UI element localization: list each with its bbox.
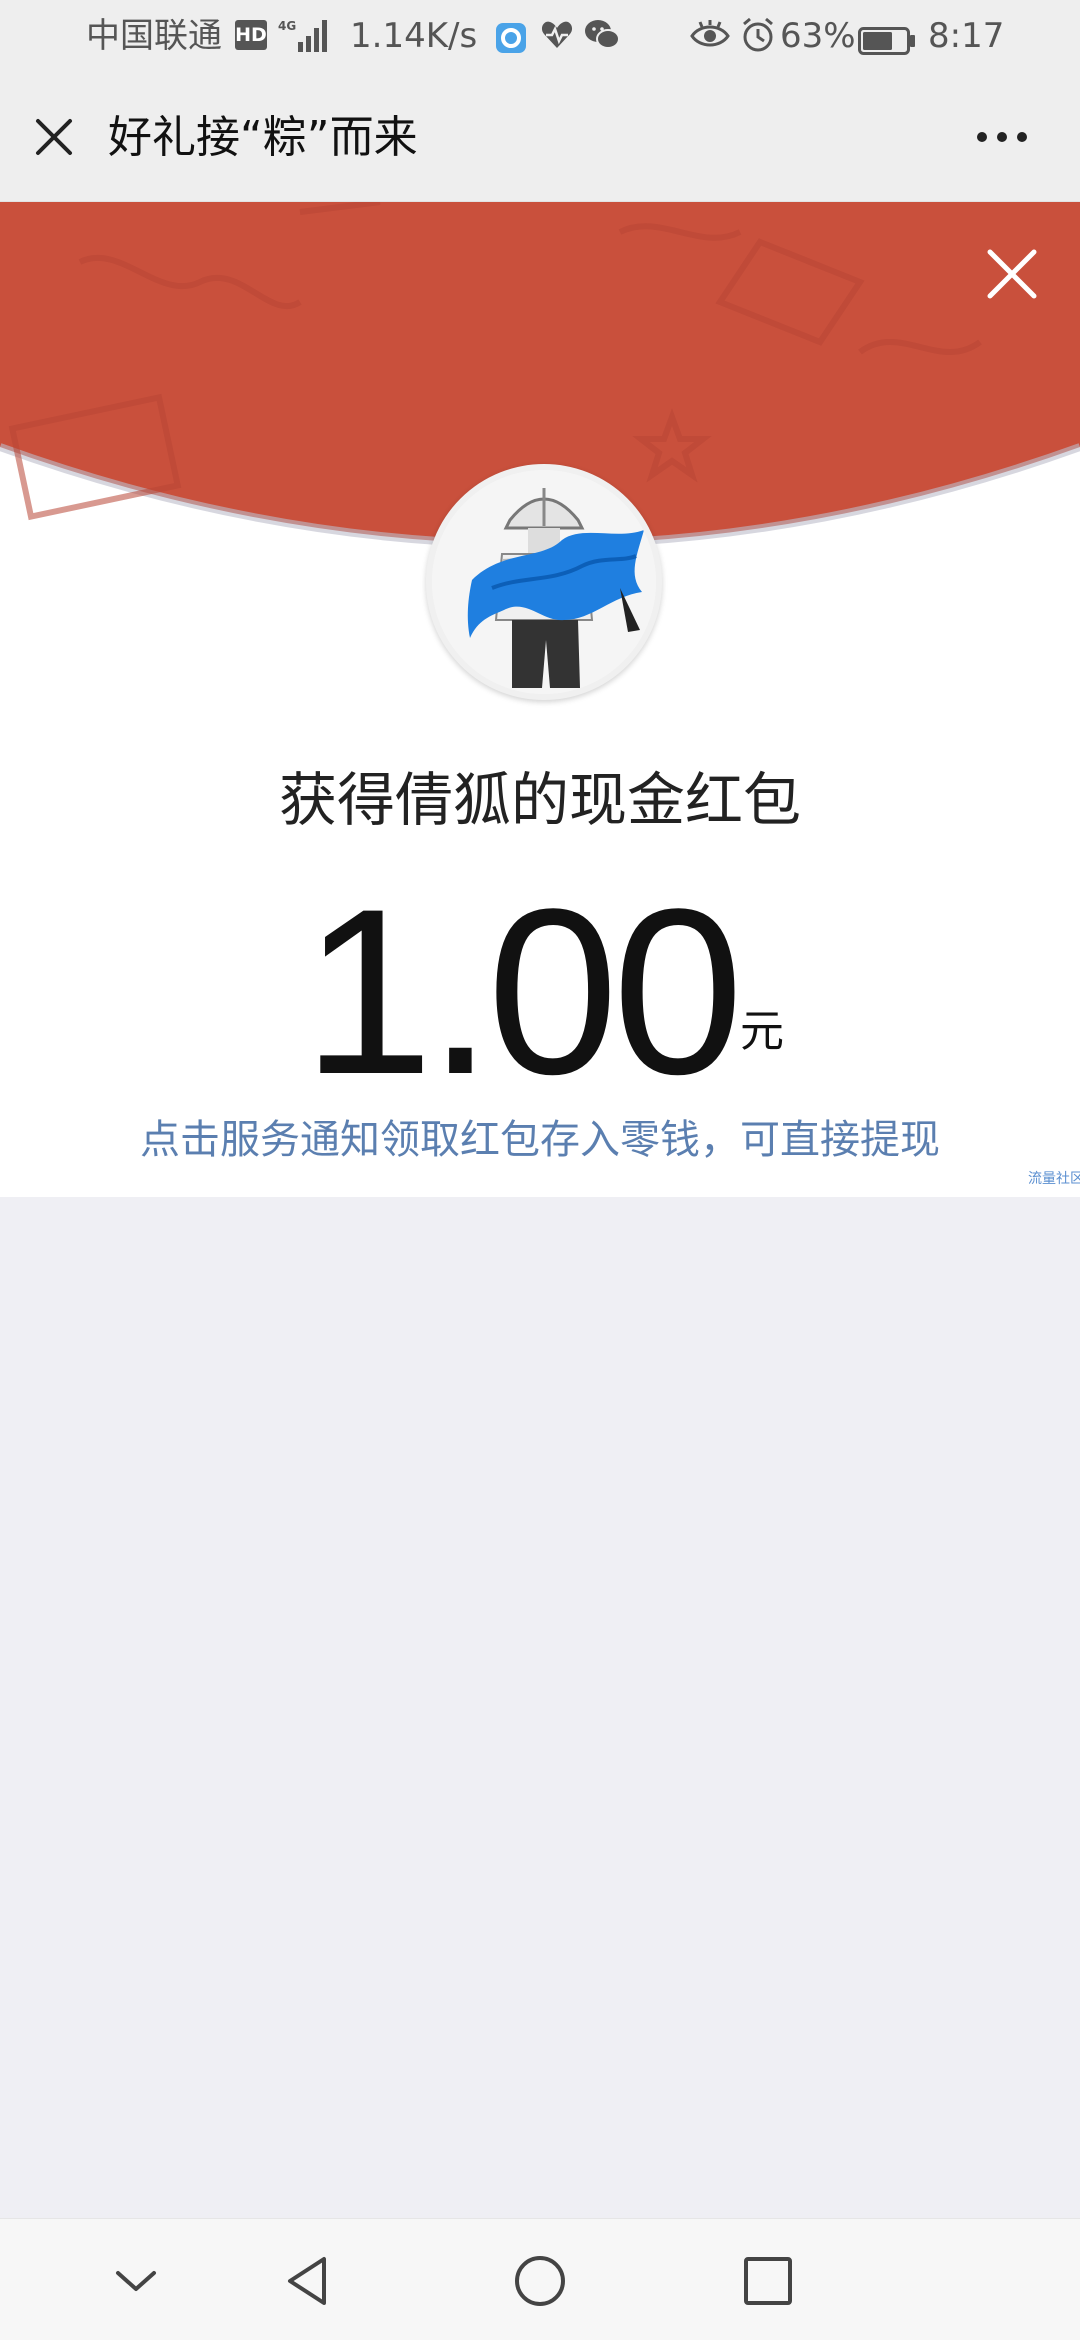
- hd-icon: HD: [235, 20, 267, 50]
- signal-icon: 4G: [276, 18, 330, 54]
- network-speed: 1.14K/s: [350, 16, 478, 56]
- status-bar: 中国联通 HD 4G 1.14K/s 63% 8:17: [0, 0, 1080, 72]
- home-icon[interactable]: [508, 2249, 572, 2313]
- browser-app-icon: [496, 20, 526, 53]
- system-navigation-bar: [0, 2218, 1080, 2340]
- close-icon[interactable]: [30, 113, 78, 161]
- watermark: 流量社区: [1028, 1171, 1080, 1187]
- battery-percent: 63%: [780, 16, 856, 56]
- back-icon[interactable]: [278, 2249, 342, 2313]
- recent-apps-icon[interactable]: [736, 2249, 800, 2313]
- eye-icon: [690, 18, 730, 52]
- red-packet-card: 获得倩狐的现金红包 1.00 元 点击服务通知领取红包存入零钱，可直接提现 流量…: [0, 202, 1080, 1197]
- heart-rate-icon: [540, 18, 574, 52]
- red-packet-title: 获得倩狐的现金红包: [278, 766, 801, 834]
- amount-value: 1.00: [302, 860, 743, 1124]
- alarm-icon: [740, 17, 776, 53]
- more-icon[interactable]: [972, 112, 1032, 162]
- wechat-icon: [584, 18, 620, 52]
- carrier-label: 中国联通: [86, 16, 222, 56]
- amount-unit: 元: [740, 1006, 784, 1057]
- battery-icon: [858, 22, 916, 55]
- claim-hint-link[interactable]: 点击服务通知领取红包存入零钱，可直接提现: [0, 1112, 1080, 1168]
- network-type-label: 4G: [278, 19, 296, 33]
- close-icon[interactable]: [980, 242, 1044, 306]
- page-title: 好礼接“粽”而来: [108, 112, 418, 163]
- screen: 中国联通 HD 4G 1.14K/s 63% 8:17 好礼接“粽”而来 获得倩…: [0, 0, 1080, 2340]
- avatar: [426, 464, 662, 700]
- chevron-down-icon[interactable]: [104, 2249, 168, 2313]
- clock: 8:17: [928, 16, 1005, 56]
- navigation-bar: 好礼接“粽”而来: [0, 72, 1080, 202]
